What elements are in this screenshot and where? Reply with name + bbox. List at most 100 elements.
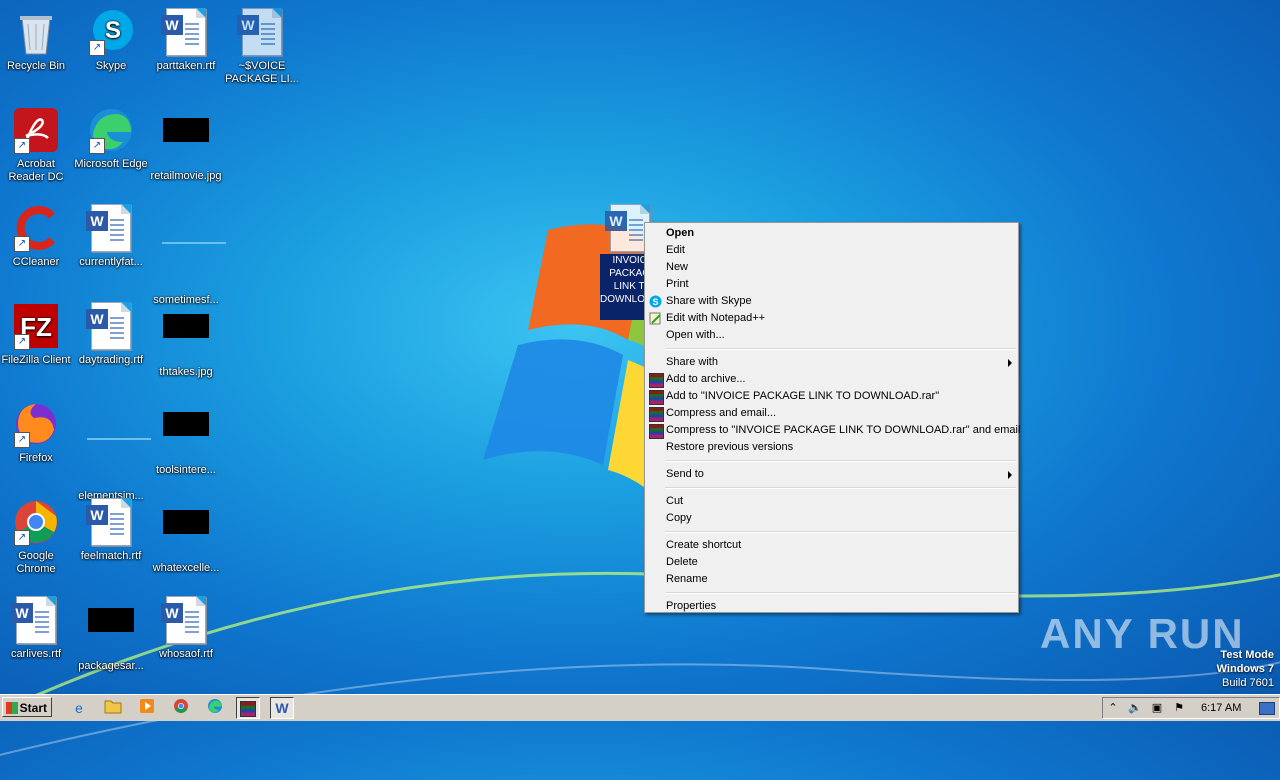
show-hidden-icons-icon[interactable]: ⌃ (1105, 698, 1121, 718)
menu-item-label: Create shortcut (666, 539, 742, 551)
desktop-icon-label: Skype (95, 60, 127, 72)
menu-item-edit-notepad[interactable]: Edit with Notepad++ (645, 310, 1018, 327)
skype-icon: S ↗ (87, 8, 135, 56)
menu-item-properties[interactable]: Properties (645, 598, 1018, 615)
menu-item-label: Restore previous versions (666, 441, 794, 453)
desktop-icon-acrobat[interactable]: ↗ Acrobat Reader DC (0, 102, 74, 184)
image-thumbnail-icon (87, 608, 135, 656)
desktop-icon-label: thtakes.jpg (159, 366, 213, 378)
menu-item-copy[interactable]: Copy (645, 510, 1018, 527)
menu-item-new[interactable]: New (645, 259, 1018, 276)
desktop-icon-label: Firefox (19, 452, 53, 464)
word-document-icon: W (237, 8, 286, 56)
desktop-icon-temp-doc[interactable]: W ~$VOICE PACKAGE LI... (224, 4, 300, 86)
desktop-icon-feelmatch[interactable]: W feelmatch.rtf (73, 494, 149, 563)
desktop-icon-skype[interactable]: S ↗ Skype (73, 4, 149, 73)
shortcut-arrow-icon: ↗ (14, 334, 30, 350)
desktop-icon-label: toolsintere... (156, 464, 216, 476)
menu-item-label: Edit (666, 244, 685, 256)
desktop-icon-daytrading[interactable]: W daytrading.rtf (73, 298, 149, 367)
menu-item-label: Compress to "INVOICE PACKAGE LINK TO DOW… (666, 424, 1021, 436)
shortcut-arrow-icon: ↗ (14, 530, 30, 546)
ccleaner-icon: ↗ (12, 204, 60, 252)
action-center-flag-icon[interactable]: ⚑ (1171, 698, 1187, 718)
menu-item-restore-versions[interactable]: Restore previous versions (645, 439, 1018, 456)
desktop-icon-sometimesf[interactable]: sometimesf... (148, 200, 226, 307)
desktop-icon-label: Google Chrome (16, 550, 56, 575)
anyrun-watermark: ANY RUN (1040, 610, 1245, 657)
clock[interactable]: 6:17 AM (1201, 698, 1241, 718)
desktop-icon-edge[interactable]: ↗ Microsoft Edge (73, 102, 149, 171)
image-thumbnail-icon (162, 314, 210, 362)
desktop-icon-label: parttaken.rtf (156, 60, 216, 72)
menu-separator (665, 531, 1016, 533)
desktop-icon-filezilla[interactable]: FZ ↗ FileZilla Client (0, 298, 74, 367)
chrome-icon[interactable] (170, 698, 192, 718)
menu-item-label: Edit with Notepad++ (666, 312, 766, 324)
network-icon[interactable]: ▣ (1149, 698, 1165, 718)
image-thumbnail-icon (162, 510, 210, 558)
shortcut-arrow-icon: ↗ (14, 432, 30, 448)
menu-item-send-to[interactable]: Send to (645, 466, 1018, 483)
desktop-icon-label: FileZilla Client (1, 354, 71, 366)
file-icon (162, 242, 226, 290)
desktop-icon-elementsim[interactable]: elementsim... (73, 396, 151, 503)
winrar-icon (649, 390, 664, 405)
menu-item-label: Delete (666, 556, 698, 568)
submenu-arrow-icon (1008, 359, 1012, 367)
menu-item-delete[interactable]: Delete (645, 554, 1018, 571)
desktop-icon-thtakes[interactable]: thtakes.jpg (148, 298, 224, 379)
menu-item-label: Open (666, 227, 695, 239)
menu-item-cut[interactable]: Cut (645, 493, 1018, 510)
menu-item-edit[interactable]: Edit (645, 242, 1018, 259)
desktop-icon-parttaken[interactable]: W parttaken.rtf (148, 4, 224, 73)
acrobat-icon: ↗ (12, 106, 60, 154)
desktop-icon-packagesar[interactable]: packagesar... (73, 592, 149, 673)
desktop-icon-ccleaner[interactable]: ↗ CCleaner (0, 200, 74, 269)
menu-item-label: Compress and email... (666, 407, 777, 419)
menu-item-add-rar[interactable]: Add to "INVOICE PACKAGE LINK TO DOWNLOAD… (645, 388, 1018, 405)
menu-item-share-with[interactable]: Share with (645, 354, 1018, 371)
menu-separator (665, 592, 1016, 594)
edge-icon[interactable] (204, 698, 226, 718)
desktop-icon-carlives[interactable]: W carlives.rtf (0, 592, 74, 661)
submenu-arrow-icon (1008, 471, 1012, 479)
menu-item-label: Print (666, 278, 689, 290)
desktop-icon-recycle-bin[interactable]: Recycle Bin (0, 4, 74, 73)
recycle-bin-icon (12, 8, 60, 56)
start-button[interactable]: Start (2, 697, 52, 717)
desktop-icon-whatexcelle[interactable]: whatexcelle... (148, 494, 224, 575)
taskbar: Start e W ⌃ 🔈 ▣ ⚑ 6:17 AM (0, 694, 1280, 721)
menu-item-share-skype[interactable]: S Share with Skype (645, 293, 1018, 310)
menu-item-print[interactable]: Print (645, 276, 1018, 293)
menu-item-open-with[interactable]: Open with... (645, 327, 1018, 344)
show-desktop-icon[interactable] (1259, 702, 1275, 715)
menu-item-compress-rar-email[interactable]: Compress to "INVOICE PACKAGE LINK TO DOW… (645, 422, 1021, 439)
file-icon (87, 438, 151, 486)
menu-item-label: Send to (666, 468, 704, 480)
image-thumbnail-icon (162, 412, 210, 460)
desktop-icon-currentlyfat[interactable]: W currentlyfat... (73, 200, 149, 269)
desktop-icon-whosaof[interactable]: W whosaof.rtf (148, 592, 224, 661)
menu-item-create-shortcut[interactable]: Create shortcut (645, 537, 1018, 554)
build-label: Build 7601 (1222, 677, 1274, 689)
desktop-icon-toolsintere[interactable]: toolsintere... (148, 396, 224, 477)
volume-icon[interactable]: 🔈 (1127, 698, 1143, 718)
menu-item-rename[interactable]: Rename (645, 571, 1018, 588)
menu-item-label: Copy (666, 512, 692, 524)
menu-item-compress-email[interactable]: Compress and email... (645, 405, 1018, 422)
winrar-icon[interactable] (236, 697, 260, 719)
menu-item-open[interactable]: Open (645, 225, 1018, 242)
desktop-icon-retailmovie[interactable]: retailmovie.jpg (148, 102, 224, 183)
desktop-icon-firefox[interactable]: ↗ Firefox (0, 396, 74, 465)
desktop-icon-label: packagesar... (78, 660, 144, 672)
menu-item-add-archive[interactable]: Add to archive... (645, 371, 1018, 388)
file-explorer-icon[interactable] (102, 698, 124, 718)
internet-explorer-icon[interactable]: e (68, 698, 90, 718)
skype-icon: S (649, 295, 662, 308)
word-taskbar-icon[interactable]: W (270, 697, 294, 719)
firefox-icon: ↗ (12, 400, 60, 448)
desktop-icon-chrome[interactable]: ↗ Google Chrome (0, 494, 74, 576)
media-player-icon[interactable] (136, 698, 158, 718)
desktop-icon-label: Acrobat Reader DC (8, 158, 64, 183)
